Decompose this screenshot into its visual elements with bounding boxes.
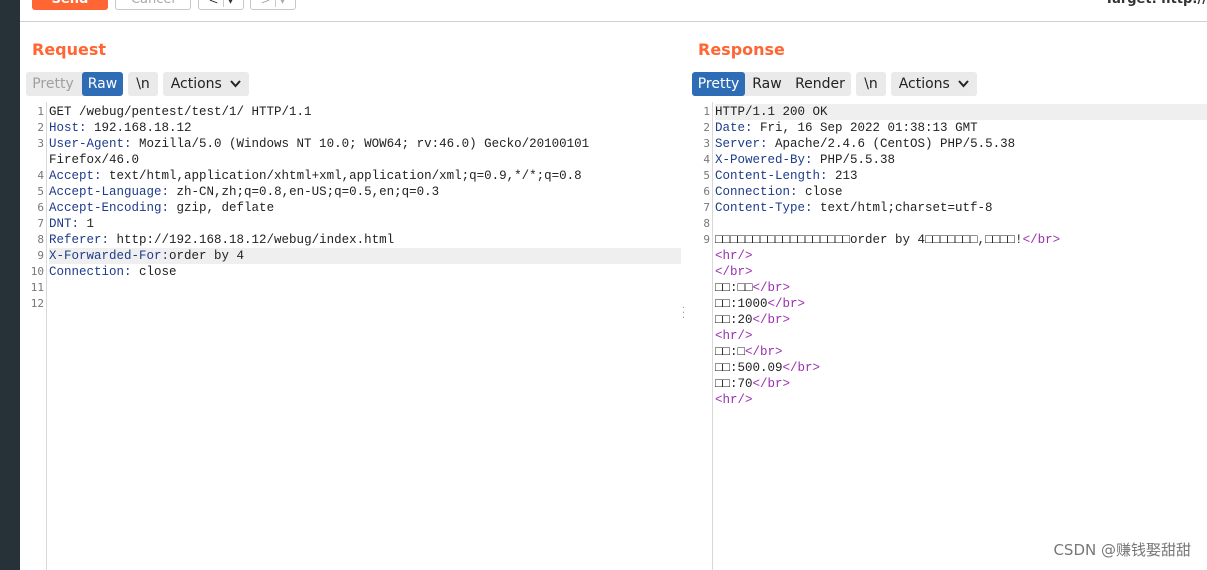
line-number: 2 (703, 121, 710, 134)
line-number-gutter: 1 2 3 4 5 6 7 8 9 (692, 102, 713, 570)
line-number-gutter: 1 2 3 4 5 6 7 8 9 10 11 12 (26, 102, 47, 570)
line-number: 11 (30, 281, 44, 294)
dropdown-icon: ▾ (227, 0, 234, 7)
request-line: Referer: http://192.168.18.12/webug/inde… (49, 233, 395, 247)
line-number: 8 (703, 217, 710, 230)
response-body-line: □□:20</br> (715, 313, 791, 327)
response-body-line: □□:500.09</br> (715, 361, 821, 375)
line-number: 5 (37, 185, 44, 198)
line-number: 4 (37, 169, 44, 182)
request-line: Accept-Language: zh-CN,zh;q=0.8,en-US;q=… (49, 185, 440, 199)
response-body-line: <hr/> (715, 393, 753, 407)
line-number: 9 (703, 233, 710, 246)
response-header-line: Content-Length: 213 (715, 169, 858, 183)
line-number: 3 (703, 137, 710, 150)
back-button[interactable]: < ▾ (198, 0, 244, 10)
request-editor[interactable]: 1 2 3 4 5 6 7 8 9 10 11 12 GET /webug/pe… (26, 102, 681, 570)
response-body-line: <hr/> (715, 329, 753, 343)
response-status-line: HTTP/1.1 200 OK (715, 104, 1207, 120)
response-header-line: Content-Type: text/html;charset=utf-8 (715, 201, 993, 215)
line-number: 3 (37, 137, 44, 150)
send-button[interactable]: Send (32, 0, 108, 10)
target-label[interactable]: Target: http:// (1105, 0, 1207, 10)
request-line: DNT: 1 (49, 217, 95, 231)
forward-button[interactable]: > ▾ (250, 0, 296, 10)
tab-raw[interactable]: Raw (82, 72, 123, 96)
response-header-line: Date: Fri, 16 Sep 2022 01:38:13 GMT (715, 121, 978, 135)
chevron-left-icon: < (208, 0, 219, 7)
response-body-line: □□:□</br> (715, 345, 783, 359)
request-line: Host: 192.168.18.12 (49, 121, 192, 135)
actions-menu[interactable]: Actions (163, 72, 249, 96)
response-body-line: □□:70</br> (715, 377, 791, 391)
line-number: 10 (30, 265, 44, 278)
response-title: Response (698, 40, 785, 59)
watermark: CSDN @赚钱娶甜甜 (1053, 541, 1191, 559)
divider (222, 0, 224, 7)
line-number: 1 (37, 105, 44, 118)
request-line-highlighted: X-Forwarded-For:order by 4 (49, 248, 681, 264)
request-view-tabs: Pretty Raw (26, 72, 123, 96)
request-title: Request (32, 40, 107, 59)
response-view-tabs: Pretty Raw Render (692, 72, 851, 96)
line-number: 7 (37, 217, 44, 230)
newline-toggle[interactable]: \n (128, 72, 158, 96)
line-number: 5 (703, 169, 710, 182)
response-header-line: X-Powered-By: PHP/5.5.38 (715, 153, 896, 167)
line-number: 2 (37, 121, 44, 134)
actions-label: Actions (170, 76, 222, 92)
line-number: 4 (703, 153, 710, 166)
response-body-line: □□:□□</br> (715, 281, 791, 295)
response-body-line: <hr/> (715, 249, 753, 263)
line-number: 7 (703, 201, 710, 214)
chevron-right-icon: > (260, 0, 271, 7)
response-panel: Response Pretty Raw Render \n Actions 1 … (686, 22, 1207, 570)
line-number: 6 (37, 201, 44, 214)
response-body-line: □□:1000</br> (715, 297, 806, 311)
response-editor[interactable]: 1 2 3 4 5 6 7 8 9 HTTP/1.1 200 OK Date: … (692, 102, 1207, 570)
line-number: 6 (703, 185, 710, 198)
chevron-down-icon (958, 80, 970, 88)
line-number: 1 (703, 105, 710, 118)
line-number: 9 (37, 249, 44, 262)
actions-menu[interactable]: Actions (891, 72, 977, 96)
actions-label: Actions (898, 76, 950, 92)
line-number: 12 (30, 297, 44, 310)
top-toolbar: Send Cancel <▾ >▾ Target: http:// (20, 0, 1207, 22)
response-header-line: Server: Apache/2.4.6 (CentOS) PHP/5.5.38 (715, 137, 1016, 151)
request-line: Accept-Encoding: gzip, deflate (49, 201, 275, 215)
request-line: Accept: text/html,application/xhtml+xml,… (49, 169, 582, 183)
newline-toggle[interactable]: \n (856, 72, 886, 96)
request-line: User-Agent: Mozilla/5.0 (Windows NT 10.0… (49, 137, 590, 151)
tab-pretty[interactable]: Pretty (26, 72, 80, 96)
request-line: Connection: close (49, 265, 177, 279)
left-sidebar-strip (0, 0, 20, 570)
request-line: Firefox/46.0 (49, 153, 140, 167)
chevron-down-icon (230, 80, 242, 88)
request-panel: Request Pretty Raw \n Actions 1 2 3 4 5 … (20, 22, 681, 570)
tab-raw[interactable]: Raw (747, 72, 787, 96)
dropdown-icon: ▾ (279, 0, 286, 7)
response-header-line: Connection: close (715, 185, 843, 199)
tab-render[interactable]: Render (789, 72, 851, 96)
divider (274, 0, 276, 7)
request-line: GET /webug/pentest/test/1/ HTTP/1.1 (49, 105, 312, 119)
response-body-line: □□□□□□□□□□□□□□□□□□order by 4□□□□□□□,□□□□… (715, 233, 1061, 247)
line-number: 8 (37, 233, 44, 246)
response-body-line: </br> (715, 265, 753, 279)
cancel-button[interactable]: Cancel (115, 0, 191, 10)
tab-pretty[interactable]: Pretty (692, 72, 745, 96)
